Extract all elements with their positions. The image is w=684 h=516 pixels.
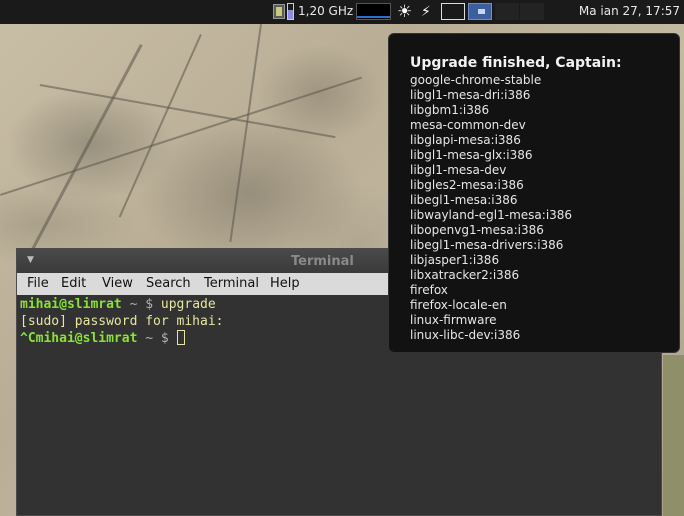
window-title: Terminal [291, 254, 354, 269]
package-item: google-chrome-stable [410, 73, 542, 87]
menu-view[interactable]: View [102, 276, 133, 291]
package-item: firefox [410, 283, 448, 297]
menu-search[interactable]: Search [146, 276, 191, 291]
prompt-user: mihai@slimrat [35, 331, 138, 346]
package-item: firefox-locale-en [410, 298, 507, 312]
workspace-4[interactable] [520, 3, 544, 20]
menu-help[interactable]: Help [270, 276, 300, 291]
package-item: libgbm1:i386 [410, 103, 490, 117]
window-menu-icon[interactable]: ▼ [27, 255, 34, 265]
top-panel: 1,20 GHz ☀ ⚡ Ma ian 27, 17:57 [0, 0, 684, 24]
upgrade-notification[interactable]: Upgrade finished, Captain: google-chrome… [388, 33, 680, 353]
power-plug-icon[interactable]: ⚡ [421, 3, 431, 21]
package-item: libglapi-mesa:i386 [410, 133, 521, 147]
notification-title: Upgrade finished, Captain: [410, 55, 622, 71]
workspace-3[interactable] [495, 3, 519, 20]
package-item: linux-libc-dev:i386 [410, 328, 521, 342]
command-text: upgrade [160, 297, 216, 312]
prompt-user: mihai@slimrat [20, 297, 122, 312]
clock[interactable]: Ma ian 27, 17:57 [579, 4, 680, 18]
cpu-frequency[interactable]: 1,20 GHz [298, 4, 353, 18]
package-item: libxatracker2:i386 [410, 268, 520, 282]
desktop-edge [663, 355, 684, 516]
workspace-2[interactable] [468, 3, 492, 20]
package-item: libgl1-mesa-dev [410, 163, 507, 177]
prompt-symbol: ~ $ [137, 331, 177, 346]
package-item: libegl1-mesa:i386 [410, 193, 518, 207]
package-item: libwayland-egl1-mesa:i386 [410, 208, 573, 222]
menu-terminal[interactable]: Terminal [204, 276, 259, 291]
package-item: libegl1-mesa-drivers:i386 [410, 238, 564, 252]
cpu-icon[interactable] [273, 4, 285, 19]
brightness-icon[interactable]: ☀ [397, 2, 412, 22]
package-item: libjasper1:i386 [410, 253, 500, 267]
interrupt-marker: ^C [20, 331, 36, 346]
package-item: mesa-common-dev [410, 118, 526, 132]
workspace-1[interactable] [441, 3, 465, 20]
package-item: libgles2-mesa:i386 [410, 178, 524, 192]
battery-icon[interactable] [287, 3, 294, 20]
package-item: libopenvg1-mesa:i386 [410, 223, 544, 237]
package-list: google-chrome-stable libgl1-mesa-dri:i38… [410, 73, 679, 343]
text-cursor[interactable] [176, 330, 185, 345]
menu-file[interactable]: File [27, 276, 49, 291]
package-item: libgl1-mesa-dri:i386 [410, 88, 531, 102]
package-item: libgl1-mesa-glx:i386 [410, 148, 533, 162]
package-item: linux-firmware [410, 313, 497, 327]
prompt-symbol: ~ $ [121, 297, 161, 312]
network-graph[interactable] [356, 3, 391, 20]
menu-edit[interactable]: Edit [61, 276, 86, 291]
